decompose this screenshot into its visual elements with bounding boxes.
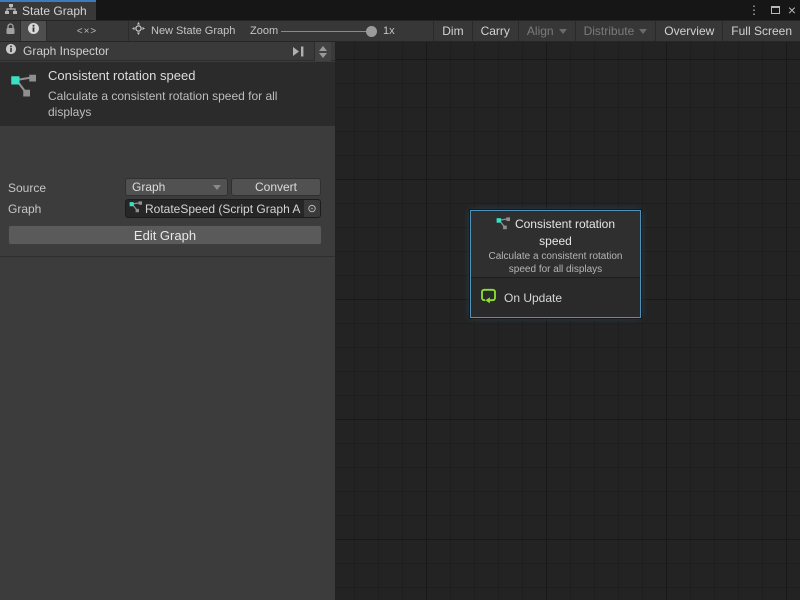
edit-graph-button[interactable]: Edit Graph [8, 225, 322, 245]
state-node-description: Calculate a consistent rotation speed fo… [480, 250, 632, 276]
graph-description: Calculate a consistent rotation speed fo… [48, 88, 314, 120]
inspector-scrubber[interactable] [314, 42, 331, 61]
caret-down-icon [639, 29, 647, 34]
state-node[interactable]: Consistent rotation speed Calculate a co… [470, 210, 641, 318]
zoom-slider-handle[interactable] [366, 26, 377, 37]
source-label: Source [8, 181, 46, 195]
script-graph-icon [10, 74, 38, 103]
lock-icon [5, 22, 16, 40]
full-screen-button[interactable]: Full Screen [722, 21, 800, 41]
script-graph-icon [496, 219, 511, 233]
panel-divider [0, 256, 335, 257]
object-picker-icon[interactable]: ⊙ [304, 200, 320, 217]
graph-inspector-title: Graph Inspector [23, 44, 109, 58]
source-dropdown-value: Graph [132, 180, 213, 194]
toolbar-right-group: Dim Carry Align Distribute Overview Full… [433, 21, 800, 41]
new-state-graph-label: New State Graph [151, 25, 235, 37]
state-graph-icon [5, 2, 17, 20]
compass-icon [132, 22, 145, 40]
dock-panel-button[interactable] [289, 44, 307, 59]
state-node-events[interactable]: On Update [471, 277, 640, 317]
lock-button[interactable] [0, 21, 21, 41]
info-icon [5, 42, 17, 60]
dim-label: Dim [442, 24, 463, 38]
source-dropdown[interactable]: Graph [125, 178, 228, 196]
full-screen-label: Full Screen [731, 24, 792, 38]
tab-title: State Graph [22, 4, 87, 18]
graph-object-value: RotateSpeed (Script Graph A [145, 202, 304, 216]
distribute-label: Distribute [584, 24, 635, 38]
zoom-label: Zoom [250, 21, 278, 41]
overview-label: Overview [664, 24, 714, 38]
code-icon: <×> [77, 26, 98, 37]
inspector-toggle-button[interactable] [21, 21, 47, 41]
window-maximize-icon[interactable] [771, 0, 780, 20]
arrow-up-icon[interactable] [319, 46, 327, 51]
state-node-header[interactable]: Consistent rotation speed Calculate a co… [471, 211, 640, 277]
arrow-down-icon[interactable] [319, 53, 327, 58]
carry-label: Carry [481, 24, 510, 38]
graph-inspector-panel: Graph Inspector Consistent rotation spee… [0, 42, 336, 600]
tab-bar: State Graph ⋮ × [0, 0, 800, 20]
convert-button[interactable]: Convert [231, 178, 321, 196]
on-update-label: On Update [504, 291, 562, 305]
graph-canvas[interactable]: Consistent rotation speed Calculate a co… [336, 42, 800, 600]
state-node-title-text: Consistent rotation speed [515, 217, 615, 248]
dim-button[interactable]: Dim [433, 21, 471, 41]
align-label: Align [527, 24, 554, 38]
distribute-button[interactable]: Distribute [575, 21, 656, 41]
graph-object-field[interactable]: RotateSpeed (Script Graph A ⊙ [125, 199, 321, 218]
on-update-icon [480, 287, 497, 309]
window-menu-icon[interactable]: ⋮ [748, 0, 760, 20]
state-node-title: Consistent rotation speed [485, 217, 627, 249]
caret-down-icon [213, 185, 221, 190]
caret-down-icon [559, 29, 567, 34]
window-close-icon[interactable]: × [788, 0, 796, 20]
graph-summary-box: Consistent rotation speed Calculate a co… [0, 62, 335, 126]
zoom-slider-track[interactable] [281, 31, 376, 32]
graph-inspector-header: Graph Inspector [0, 42, 335, 61]
graph-title: Consistent rotation speed [48, 68, 195, 83]
carry-button[interactable]: Carry [472, 21, 518, 41]
tab-state-graph[interactable]: State Graph [0, 0, 96, 20]
overview-button[interactable]: Overview [655, 21, 722, 41]
new-state-graph-button[interactable]: New State Graph [132, 21, 244, 41]
zoom-value: 1x [383, 21, 395, 41]
code-view-button[interactable]: <×> [60, 21, 114, 41]
graph-field-label: Graph [8, 202, 41, 216]
toolbar-separator [128, 21, 129, 41]
info-icon [27, 22, 40, 40]
graph-toolbar: <×> New State Graph Zoom 1x Dim Carry Al… [0, 20, 800, 42]
align-button[interactable]: Align [518, 21, 575, 41]
dock-icon [292, 46, 305, 57]
script-graph-icon [129, 200, 143, 218]
